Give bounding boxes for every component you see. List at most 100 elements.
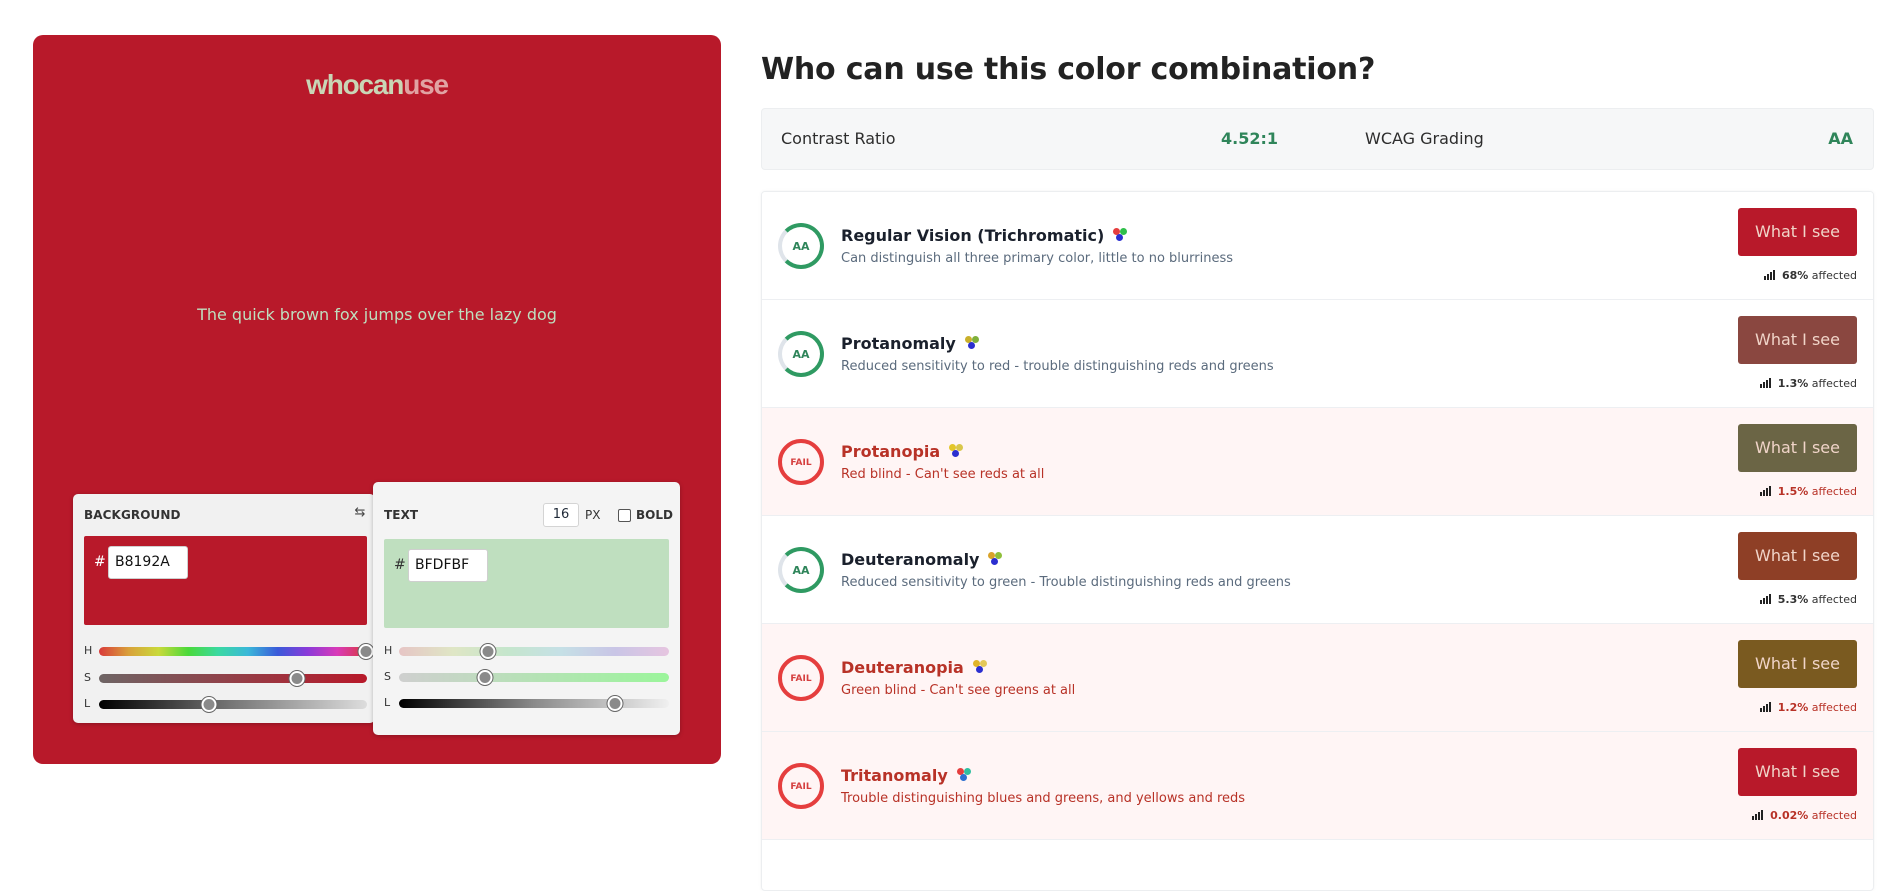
lightness-letter: L xyxy=(84,697,91,710)
affected-stat: 5.3% affected xyxy=(1759,593,1857,606)
vision-description: Red blind - Can't see reds at all xyxy=(841,467,1045,482)
bold-checkbox[interactable] xyxy=(618,509,631,522)
vision-description: Can distinguish all three primary color,… xyxy=(841,251,1234,266)
affected-percent: 1.3% xyxy=(1777,377,1809,390)
signal-bars-icon xyxy=(1763,270,1776,280)
saturation-thumb[interactable] xyxy=(477,670,493,685)
lightness-thumb[interactable] xyxy=(201,697,217,712)
vision-title: Deuteranopia xyxy=(841,658,988,677)
background-hex-input[interactable]: B8192A xyxy=(108,546,188,579)
background-hue-slider[interactable]: H xyxy=(84,644,374,659)
vision-row: AA Regular Vision (Trichromatic) Can disti… xyxy=(762,192,1873,300)
text-lightness-slider[interactable]: L xyxy=(384,696,669,711)
vision-title: Deuteranomaly xyxy=(841,550,1003,569)
background-saturation-slider[interactable]: S xyxy=(84,671,367,686)
vision-row: FAIL Tritanomaly Trouble distinguishing bl… xyxy=(762,732,1873,840)
vision-row: FAIL Deuteranopia Green blind - Can't see … xyxy=(762,624,1873,732)
text-saturation-slider[interactable]: S xyxy=(384,670,669,685)
hash-symbol: # xyxy=(94,554,106,570)
lightness-letter: L xyxy=(384,696,391,709)
sample-text: The quick brown fox jumps over the lazy … xyxy=(197,305,557,324)
what-i-see-button[interactable]: What I see xyxy=(1738,748,1857,796)
signal-bars-icon xyxy=(1759,702,1772,712)
font-size-input[interactable]: 16 xyxy=(543,503,579,527)
vision-description: Trouble distinguishing blues and greens,… xyxy=(841,791,1246,806)
vision-row: AA Deuteranomaly Reduced sensitivity to gr… xyxy=(762,516,1873,624)
vision-title-text: Protanomaly xyxy=(841,334,956,353)
affected-stat: 1.2% affected xyxy=(1759,701,1857,714)
saturation-track xyxy=(99,671,367,686)
px-label: PX xyxy=(585,508,601,522)
contrast-ratio-label: Contrast Ratio xyxy=(781,129,896,148)
vision-title: Regular Vision (Trichromatic) xyxy=(841,226,1128,245)
color-dots-icon xyxy=(1112,228,1128,242)
affected-label: affected xyxy=(1811,269,1857,282)
vision-title-text: Protanopia xyxy=(841,442,941,461)
background-color-card: BACKGROUND ⇆ # B8192A H S L xyxy=(73,494,375,723)
signal-bars-icon xyxy=(1759,486,1772,496)
app-logo[interactable]: whocanuse xyxy=(33,69,721,101)
dot-3 xyxy=(1116,234,1124,241)
affected-stat: 1.3% affected xyxy=(1759,377,1857,390)
swap-colors-icon[interactable]: ⇆ xyxy=(351,505,369,521)
color-dots-icon xyxy=(956,768,972,782)
vision-title: Protanomaly xyxy=(841,334,980,353)
vision-title: Tritanomaly xyxy=(841,766,972,785)
saturation-letter: S xyxy=(84,671,91,684)
grade-badge: AA xyxy=(778,331,824,377)
saturation-track xyxy=(399,670,669,685)
vision-title-text: Tritanomaly xyxy=(841,766,948,785)
background-lightness-slider[interactable]: L xyxy=(84,697,367,712)
what-i-see-button[interactable]: What I see xyxy=(1738,424,1857,472)
vision-description: Reduced sensitivity to green - Trouble d… xyxy=(841,575,1291,590)
hue-letter: H xyxy=(84,644,93,657)
grade-badge: FAIL xyxy=(778,763,824,809)
vision-title-text: Deuteranopia xyxy=(841,658,964,677)
affected-label: affected xyxy=(1811,377,1857,390)
logo-text-whocan: whocan xyxy=(306,69,404,100)
dot-3 xyxy=(952,450,960,457)
text-color-card: TEXT 16 PX BOLD # BFDFBF H S L xyxy=(373,482,680,735)
saturation-thumb[interactable] xyxy=(289,671,305,686)
affected-stat: 0.02% affected xyxy=(1752,809,1857,822)
affected-label: affected xyxy=(1811,701,1857,714)
signal-bars-icon xyxy=(1759,378,1772,388)
grade-badge: FAIL xyxy=(778,439,824,485)
affected-stat: 68% affected xyxy=(1763,269,1857,282)
affected-percent: 1.2% xyxy=(1777,701,1809,714)
affected-percent: 68% xyxy=(1781,269,1809,282)
color-dots-icon xyxy=(948,444,964,458)
hue-track xyxy=(399,644,669,659)
what-i-see-button[interactable]: What I see xyxy=(1738,532,1857,580)
affected-label: affected xyxy=(1811,485,1857,498)
what-i-see-button[interactable]: What I see xyxy=(1738,640,1857,688)
contrast-ratio-value: 4.52:1 xyxy=(1221,129,1279,148)
saturation-letter: S xyxy=(384,670,391,683)
text-hex-input[interactable]: BFDFBF xyxy=(408,549,488,582)
grade-badge: AA xyxy=(778,223,824,269)
lightness-thumb[interactable] xyxy=(607,696,623,711)
affected-percent: 1.5% xyxy=(1777,485,1809,498)
background-swatch[interactable]: # B8192A xyxy=(84,536,367,625)
text-hue-slider[interactable]: H xyxy=(384,644,669,659)
hue-letter: H xyxy=(384,644,393,657)
dot-3 xyxy=(991,558,999,565)
what-i-see-button[interactable]: What I see xyxy=(1738,316,1857,364)
grade-badge: AA xyxy=(778,547,824,593)
affected-label: affected xyxy=(1811,809,1857,822)
contrast-summary: Contrast Ratio 4.52:1 WCAG Grading AA xyxy=(761,108,1874,170)
lightness-track xyxy=(399,696,669,711)
vision-row: AA Protanomaly Reduced sensitivity to red … xyxy=(762,300,1873,408)
logo-text-use: use xyxy=(403,69,449,100)
affected-stat: 1.5% affected xyxy=(1759,485,1857,498)
vision-title: Protanopia xyxy=(841,442,964,461)
affected-percent: 5.3% xyxy=(1777,593,1809,606)
vision-row: FAIL Protanopia Red blind - Can't see reds… xyxy=(762,408,1873,516)
vision-description: Green blind - Can't see greens at all xyxy=(841,683,1076,698)
hue-thumb[interactable] xyxy=(480,644,496,659)
hue-thumb[interactable] xyxy=(358,644,374,659)
vision-type-list: AA Regular Vision (Trichromatic) Can disti… xyxy=(761,191,1874,891)
text-swatch[interactable]: # BFDFBF xyxy=(384,539,669,628)
what-i-see-button[interactable]: What I see xyxy=(1738,208,1857,256)
background-label: BACKGROUND xyxy=(84,508,181,522)
